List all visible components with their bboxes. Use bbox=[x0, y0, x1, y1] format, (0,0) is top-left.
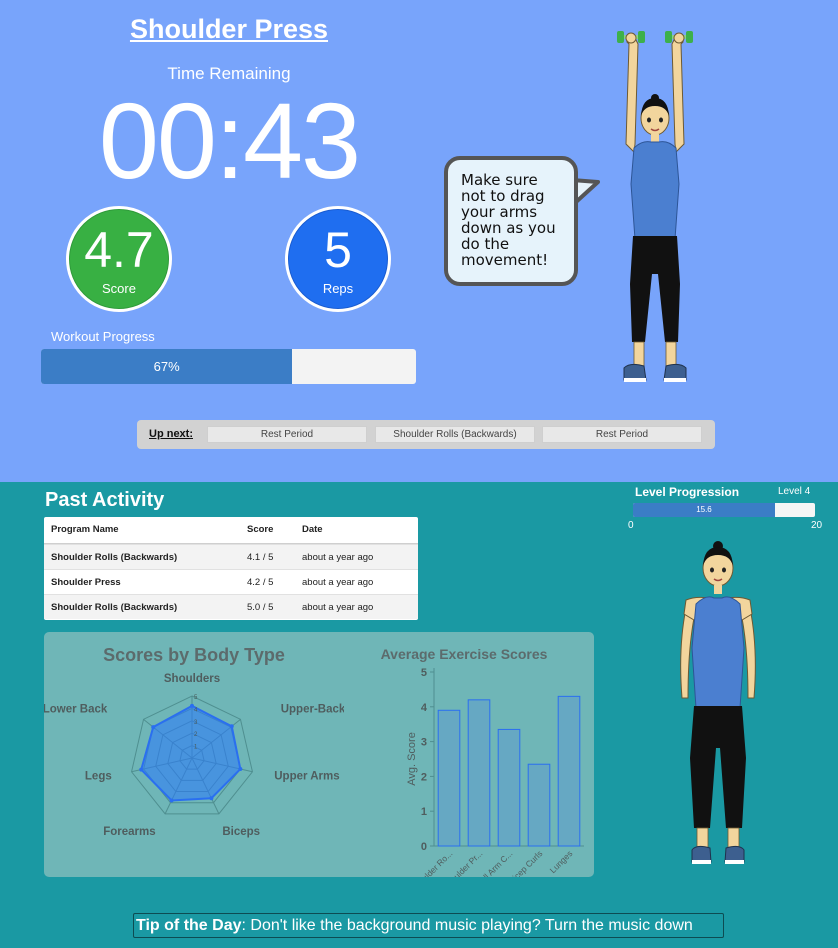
countdown-timer: 00:43 bbox=[98, 80, 361, 201]
radar-axis-label: Upper Arms bbox=[274, 771, 339, 783]
radar-axis-label: Lower Back bbox=[44, 703, 108, 715]
score-value: 4.7 bbox=[84, 222, 154, 278]
cell-program: Shoulder Rolls (Backwards) bbox=[51, 602, 178, 613]
up-next-item[interactable]: Shoulder Rolls (Backwards) bbox=[375, 426, 535, 443]
radar-point bbox=[238, 767, 243, 772]
reps-label: Reps bbox=[322, 281, 354, 296]
radar-point bbox=[229, 724, 234, 729]
bar bbox=[467, 699, 491, 847]
bubble-line: not to drag bbox=[461, 187, 545, 205]
level-max: 20 bbox=[811, 520, 823, 531]
cell-date: about a year ago bbox=[302, 602, 374, 613]
radar-series-area bbox=[140, 704, 242, 802]
cell-program: Shoulder Rolls (Backwards) bbox=[51, 552, 178, 563]
workout-progress-fill: 67% bbox=[41, 349, 293, 384]
bar-x-tick-label: Bicep Curls bbox=[507, 848, 545, 877]
radar-chart: 12345ShouldersUpper-BackUpper ArmsBiceps… bbox=[44, 673, 344, 838]
up-next-item[interactable]: Rest Period bbox=[542, 426, 702, 443]
radar-axis-label: Shoulders bbox=[164, 673, 220, 685]
cell-program: Shoulder Press bbox=[51, 577, 121, 588]
workout-progress-label: Workout Progress bbox=[51, 329, 155, 344]
reps-circle: 5 Reps bbox=[285, 206, 391, 312]
level-progress-bar: 15.6 bbox=[633, 503, 815, 517]
bar-x-tick-label: Lunges bbox=[548, 848, 575, 875]
trainer-figure-arms-up bbox=[617, 31, 693, 382]
cell-date: about a year ago bbox=[302, 552, 374, 563]
table-row[interactable]: Shoulder Rolls (Backwards) 4.1 / 5 about… bbox=[44, 544, 418, 569]
bubble-line: Make sure bbox=[461, 171, 538, 189]
bar-y-tick-label: 2 bbox=[421, 771, 427, 783]
bar bbox=[557, 695, 581, 847]
table-row[interactable]: Shoulder Press 4.2 / 5 about a year ago bbox=[44, 569, 418, 594]
bar bbox=[497, 728, 521, 847]
radar-point bbox=[151, 725, 156, 730]
radar-chart-title: Scores by Body Type bbox=[103, 645, 285, 665]
radar-axis-label: Forearms bbox=[103, 826, 155, 838]
dashboard-panel: Past Activity Program Name Score Date Sh… bbox=[0, 482, 838, 948]
bubble-line: your arms bbox=[461, 203, 538, 221]
radar-point bbox=[139, 767, 144, 772]
bubble-line: movement! bbox=[461, 251, 549, 269]
tip-text: : Don't like the background music playin… bbox=[241, 917, 693, 934]
up-next-item[interactable]: Rest Period bbox=[207, 426, 367, 443]
up-next-bar: Up next: Rest Period Shoulder Rolls (Bac… bbox=[137, 420, 715, 449]
level-value: Level 4 bbox=[778, 486, 811, 497]
header-score: Score bbox=[247, 524, 274, 535]
past-activity-title: Past Activity bbox=[45, 489, 165, 511]
level-min: 0 bbox=[628, 520, 634, 531]
table-header: Program Name Score Date bbox=[44, 517, 418, 544]
radar-axis-label: Biceps bbox=[222, 826, 260, 838]
score-label: Score bbox=[102, 281, 136, 296]
bar-y-tick-label: 0 bbox=[421, 841, 427, 853]
header-date: Date bbox=[302, 524, 323, 535]
bar bbox=[437, 709, 461, 847]
tip-of-the-day: Tip of the Day: Don't like the backgroun… bbox=[133, 913, 724, 938]
cell-score: 5.0 / 5 bbox=[247, 602, 274, 613]
radar-axis-label: Legs bbox=[85, 771, 112, 783]
bar-y-tick-label: 3 bbox=[421, 737, 427, 749]
bar-y-axis-label: Avg. Score bbox=[406, 732, 418, 786]
cell-score: 4.1 / 5 bbox=[247, 552, 274, 563]
cell-date: about a year ago bbox=[302, 577, 374, 588]
bubble-line: down as you bbox=[461, 219, 556, 237]
up-next-label: Up next: bbox=[149, 428, 193, 440]
exercise-panel: Shoulder Press Time Remaining 00:43 4.7 … bbox=[0, 0, 838, 482]
bar-y-tick-label: 1 bbox=[421, 806, 427, 818]
bubble-line: do the bbox=[461, 235, 510, 253]
bar-y-tick-label: 5 bbox=[421, 667, 427, 679]
speech-bubble: Make sure not to drag your arms down as … bbox=[444, 156, 578, 286]
radar-point bbox=[209, 796, 214, 801]
bar bbox=[527, 763, 551, 847]
cell-score: 4.2 / 5 bbox=[247, 577, 274, 588]
table-row[interactable]: Shoulder Rolls (Backwards) 5.0 / 5 about… bbox=[44, 594, 418, 619]
workout-progress-bar: 67% bbox=[41, 349, 416, 384]
tip-label: Tip of the Day bbox=[136, 917, 242, 934]
bar-y-tick-label: 4 bbox=[421, 702, 428, 714]
radar-axis-label: Upper-Back bbox=[281, 703, 344, 715]
header-program-name: Program Name bbox=[51, 524, 119, 535]
bar-x-tick-label: Shoulder Ro... bbox=[409, 848, 454, 877]
radar-point bbox=[169, 798, 174, 803]
bar-chart-title: Average Exercise Scores bbox=[380, 646, 548, 662]
past-activity-table: Program Name Score Date Shoulder Rolls (… bbox=[44, 517, 418, 620]
charts-panel: Scores by Body Type Average Exercise Sco… bbox=[44, 632, 594, 877]
score-circle: 4.7 Score bbox=[66, 206, 172, 312]
exercise-title: Shoulder Press bbox=[129, 14, 329, 44]
bar-chart: 012345Avg. ScoreShoulder Ro...Shoulder P… bbox=[406, 667, 584, 877]
radar-tick-label: 5 bbox=[194, 695, 198, 701]
level-progression-label: Level Progression bbox=[635, 485, 740, 499]
level-progress-fill: 15.6 bbox=[633, 503, 775, 517]
reps-value: 5 bbox=[324, 222, 352, 278]
avatar-figure bbox=[680, 541, 756, 864]
